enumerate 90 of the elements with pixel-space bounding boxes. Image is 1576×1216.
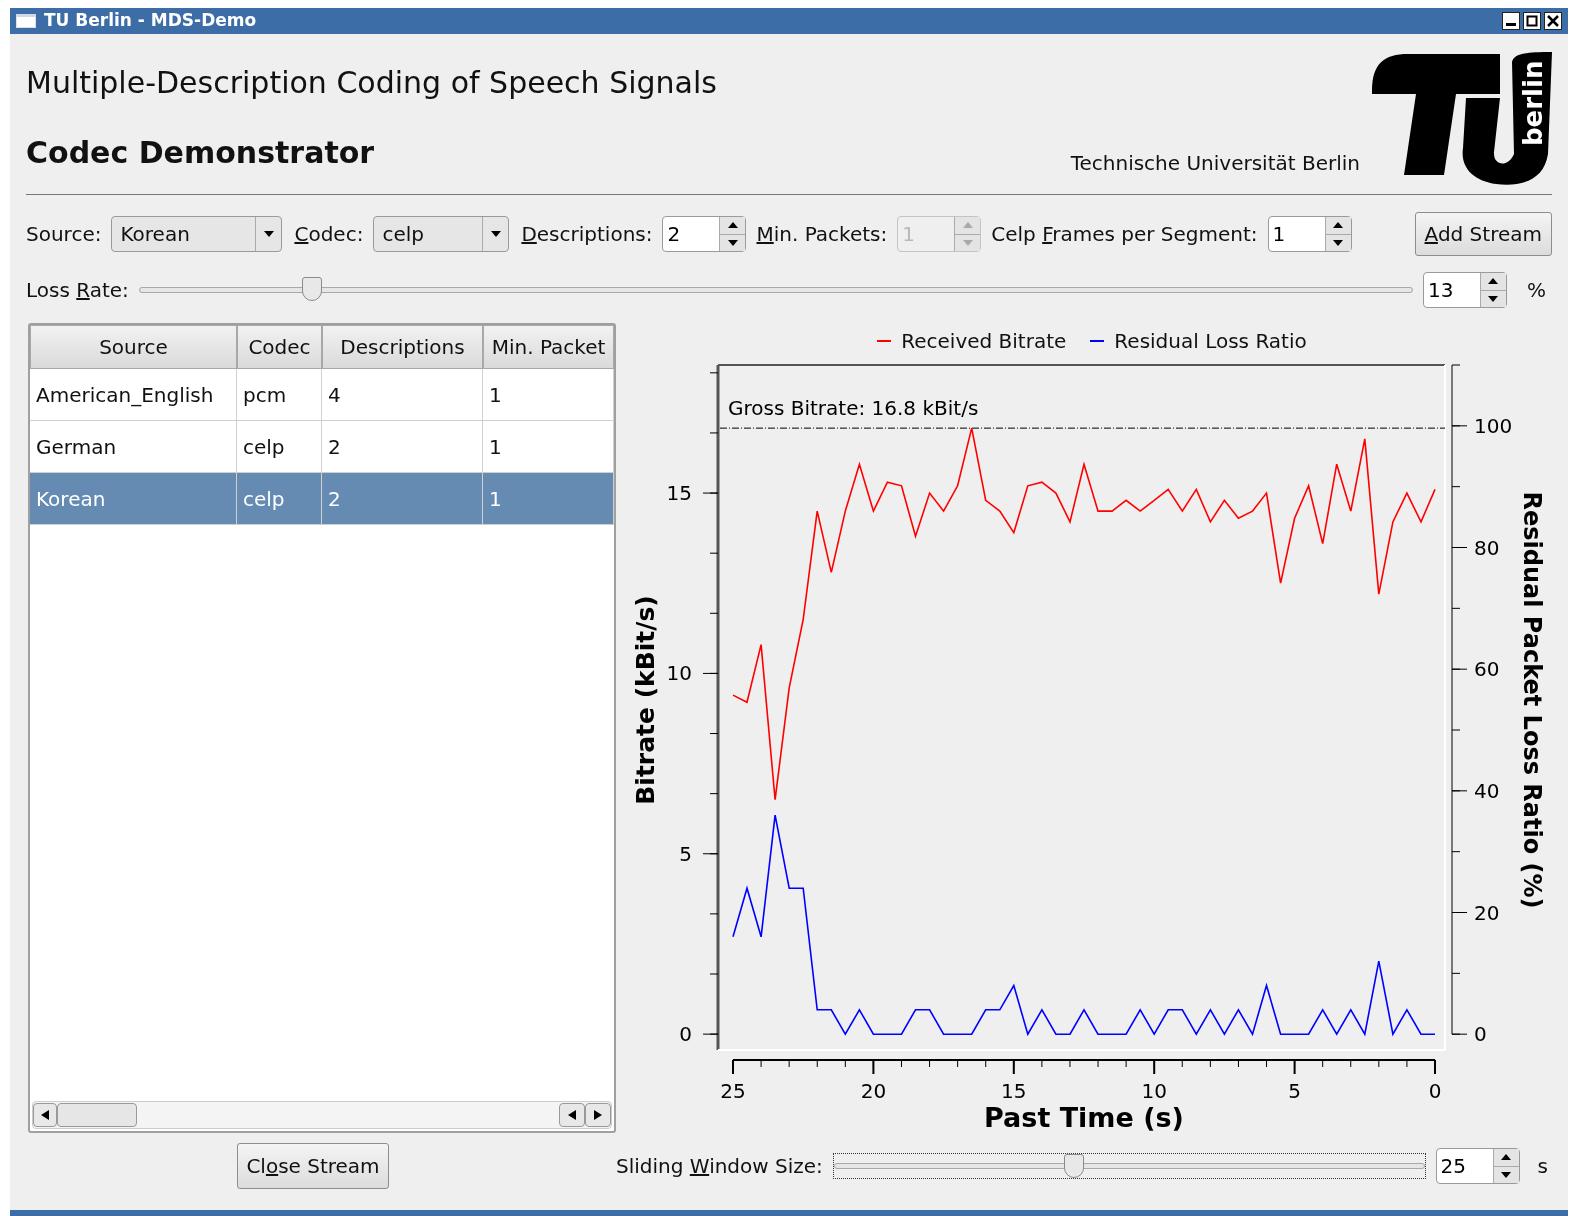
scrollbar-thumb[interactable] [57, 1103, 137, 1127]
table-cell: celp [237, 473, 322, 525]
table-cell: 1 [483, 473, 614, 525]
caret-icon [263, 231, 274, 237]
spin-box[interactable]: 1 [1267, 216, 1352, 252]
spin-box[interactable]: 2 [662, 216, 747, 252]
add-stream-button[interactable]: Add Stream [1414, 212, 1552, 256]
up-arrow-button[interactable] [1481, 273, 1506, 291]
table-cell: 2 [322, 473, 483, 525]
tick-label: 15 [1001, 1079, 1027, 1103]
field-label: Sliding Window Size: [616, 1153, 823, 1180]
axis-title: Bitrate (kBit/s) [631, 595, 660, 805]
up-arrow-button[interactable] [720, 217, 746, 235]
up-arrow-icon [1333, 222, 1344, 229]
slider-thumb[interactable] [302, 277, 323, 301]
tick-label: 10 [666, 661, 692, 686]
column-header[interactable]: Min. Packet [483, 325, 614, 369]
window-title: TU Berlin - MDS-Demo [44, 9, 257, 33]
table-cell: Korean [30, 473, 237, 525]
spin-box[interactable]: 13 [1423, 272, 1507, 308]
legend-label: Residual Loss Ratio [1114, 328, 1307, 355]
tick-label: 20 [860, 1079, 887, 1103]
left-arrow-icon [568, 1110, 576, 1120]
down-arrow-icon [962, 239, 973, 246]
maximize-button[interactable] [1523, 12, 1541, 30]
logo-text: berlin [1518, 60, 1548, 146]
tick-label: 15 [666, 481, 692, 506]
scroll-left-button[interactable] [33, 1103, 57, 1127]
scroll-left-button[interactable] [559, 1103, 585, 1127]
up-arrow-icon [962, 222, 973, 229]
axis-title: Past Time (s) [984, 1102, 1184, 1133]
tick-label: 60 [1474, 657, 1500, 682]
close-stream-button[interactable]: Close Stream [237, 1143, 389, 1189]
close-icon [1547, 15, 1559, 27]
legend-label: Received Bitrate [901, 328, 1067, 355]
slider[interactable] [832, 1153, 1426, 1179]
tick-label: 0 [1428, 1079, 1442, 1103]
app-title: Multiple-Description Coding of Speech Signals [26, 65, 717, 101]
tick-label: 10 [1141, 1079, 1167, 1103]
close-button[interactable] [1544, 12, 1562, 30]
up-arrow-icon [1488, 278, 1499, 285]
tick-label: 0 [679, 1022, 692, 1047]
field-label: Source: [26, 221, 102, 248]
tick-label: 100 [1474, 413, 1513, 438]
table-row[interactable]: American_English pcm 4 1 [30, 369, 614, 421]
tick-label: 20 [1474, 900, 1500, 925]
horizontal-scrollbar[interactable] [32, 1101, 612, 1129]
field-label: Celp Frames per Segment: [991, 221, 1258, 248]
window-icon [16, 14, 36, 28]
unit-label: % [1527, 277, 1546, 304]
tick-label: 5 [679, 841, 692, 866]
minimize-icon [1506, 23, 1516, 26]
app-subtitle: Codec Demonstrator [26, 135, 376, 171]
combo-box[interactable]: celp [373, 216, 510, 252]
axis-title: Residual Packet Loss Ratio (%) [1518, 491, 1546, 909]
scroll-right-button[interactable] [585, 1103, 611, 1127]
table-row[interactable]: Korean celp 2 1 [30, 473, 614, 525]
up-arrow-icon [1501, 1154, 1512, 1161]
maximize-icon [1526, 15, 1538, 27]
tick-label: 25 [720, 1079, 746, 1103]
combo-box[interactable]: Korean [111, 216, 283, 252]
field-label: Codec: [294, 221, 364, 248]
slider-thumb[interactable] [1064, 1154, 1085, 1178]
tick-label: 0 [1474, 1022, 1487, 1047]
slider[interactable] [138, 277, 1413, 303]
up-arrow-button[interactable] [1493, 1149, 1519, 1167]
left-arrow-icon [41, 1110, 49, 1120]
annotation-label: Gross Bitrate: 16.8 kBit/s [728, 396, 979, 421]
unit-label: s [1537, 1153, 1548, 1180]
right-arrow-icon [594, 1110, 602, 1120]
institution-name: Technische Universität Berlin [1070, 150, 1360, 177]
minimize-button[interactable] [1502, 12, 1520, 30]
caret-icon [490, 231, 501, 237]
table-row[interactable]: German celp 2 1 [30, 421, 614, 473]
column-header[interactable]: Codec [237, 325, 322, 369]
up-arrow-button[interactable] [1325, 217, 1351, 235]
column-header[interactable]: Descriptions [322, 325, 483, 369]
field-label: Descriptions: [521, 221, 653, 248]
field-label: Loss Rate: [26, 277, 129, 304]
down-arrow-icon [1333, 239, 1344, 246]
down-arrow-icon [1501, 1171, 1512, 1178]
down-arrow-icon [727, 239, 738, 246]
up-arrow-icon [727, 222, 738, 229]
column-header[interactable]: Source [30, 325, 237, 369]
down-arrow-icon [1488, 295, 1499, 302]
field-label: Min. Packets: [756, 221, 888, 248]
tick-label: 80 [1474, 535, 1500, 560]
spin-box[interactable]: 25 [1435, 1148, 1520, 1184]
tick-label: 5 [1288, 1079, 1301, 1103]
tick-label: 40 [1474, 778, 1500, 803]
